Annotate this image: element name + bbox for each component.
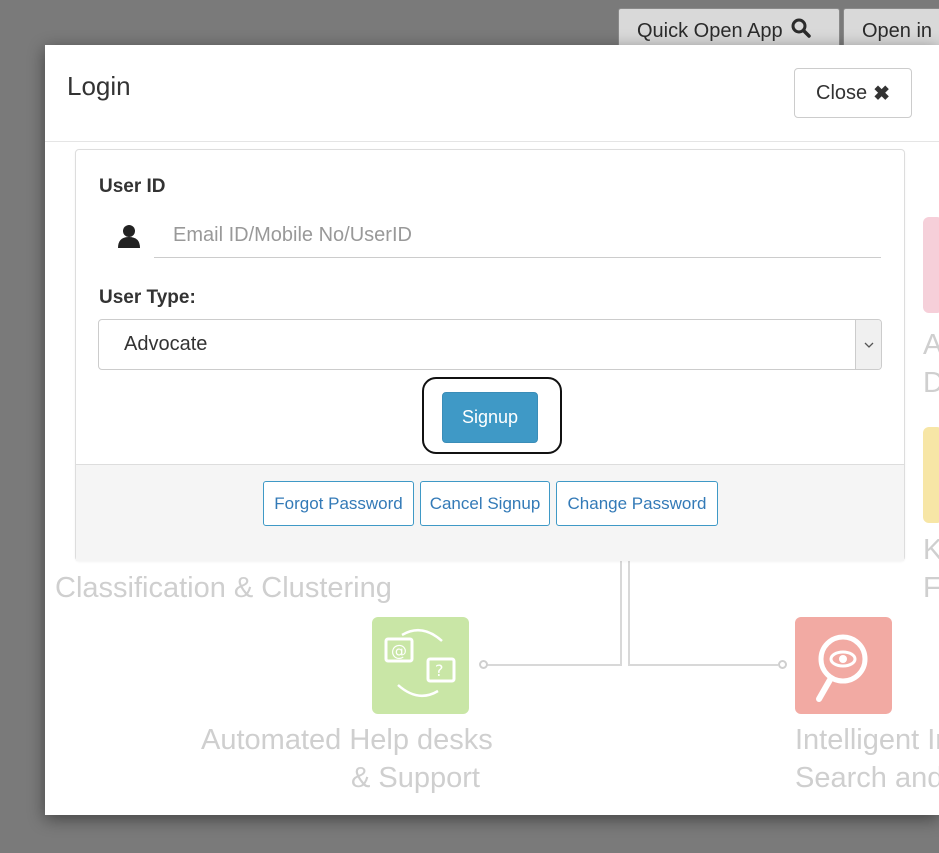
user-id-input[interactable] [154, 214, 881, 258]
user-type-select[interactable]: Advocate [98, 319, 882, 370]
bg-search-line2: Search and [795, 762, 939, 794]
bg-right-fragment-4: F [923, 572, 939, 604]
forgot-password-button[interactable]: Forgot Password [263, 481, 414, 526]
bg-connector-left [486, 664, 622, 666]
quick-open-label: Quick Open App [637, 19, 783, 42]
bg-connector-dot-right [778, 660, 787, 669]
close-label: Close [816, 81, 868, 104]
user-icon [116, 223, 142, 249]
bg-yellow-card [923, 427, 939, 523]
modal-title: Login [67, 71, 131, 101]
bg-pink-card [923, 217, 939, 313]
bg-right-fragment-3: K [923, 534, 939, 566]
user-type-value: Advocate [124, 333, 208, 355]
svg-text:?: ? [435, 661, 444, 680]
bg-classification-text: Classification & Clustering [55, 572, 392, 604]
chevron-down-icon[interactable] [855, 320, 881, 369]
login-panel: User ID User Type: Advocate Signup Forgo… [75, 149, 905, 561]
modal-header: Login Close ✖ [45, 45, 939, 142]
close-button[interactable]: Close ✖ [794, 68, 912, 118]
helpdesk-icon: @ ? [372, 617, 469, 714]
close-icon: ✖ [873, 82, 890, 105]
bg-right-fragment-2: D [923, 367, 939, 399]
open-in-label: Open in [862, 19, 933, 42]
bg-connector-dot-left [479, 660, 488, 669]
cancel-signup-button[interactable]: Cancel Signup [420, 481, 550, 526]
panel-footer: Forgot Password Cancel Signup Change Pas… [76, 464, 904, 561]
bg-search-line1: Intelligent In [795, 724, 939, 756]
search-icon [791, 18, 811, 44]
bg-helpdesk-line2: & Support [351, 762, 480, 794]
login-modal: Classification & Clustering @ ? Automate… [45, 45, 939, 815]
bg-connector-vertical-2 [628, 560, 630, 666]
user-type-label: User Type: [99, 287, 196, 308]
bg-right-fragment-1: A [923, 329, 939, 361]
change-password-button[interactable]: Change Password [556, 481, 718, 526]
bg-helpdesk-line1: Automated Help desks [201, 724, 493, 756]
svg-text:@: @ [391, 641, 407, 660]
bg-connector-right [628, 664, 778, 666]
signup-button[interactable]: Signup [442, 392, 538, 443]
user-id-label: User ID [99, 176, 166, 197]
search-insight-icon [795, 617, 892, 714]
bg-connector-vertical-1 [620, 560, 622, 666]
